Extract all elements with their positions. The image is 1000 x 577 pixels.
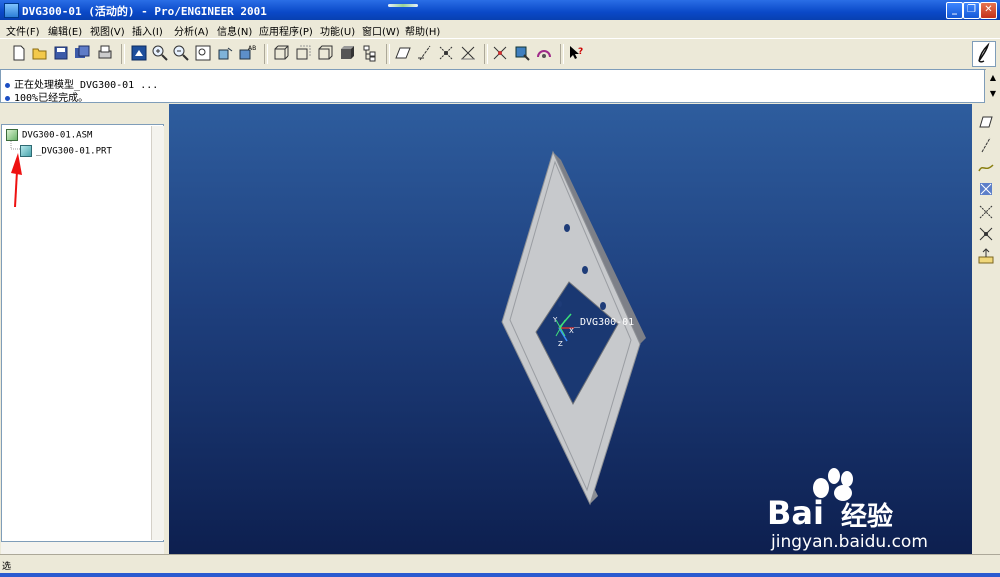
- status-bar: 选: [0, 554, 1000, 577]
- model-label: _DVG300-01: [574, 317, 634, 328]
- context-help-icon[interactable]: ?: [567, 44, 585, 62]
- coordinate-system-tool-icon[interactable]: [978, 248, 994, 264]
- sketcher-icon[interactable]: [972, 41, 996, 67]
- repaint-icon[interactable]: [130, 44, 148, 62]
- app-icon: [4, 3, 19, 18]
- tree-item-assembly[interactable]: DVG300-01.ASM: [6, 129, 92, 141]
- menu-view[interactable]: 视图(V): [90, 23, 125, 38]
- open-file-icon[interactable]: [31, 44, 49, 62]
- toolbar-separator: [484, 44, 488, 64]
- assembly-icon: [6, 129, 18, 141]
- main-toolbar: AB ?: [0, 38, 1000, 70]
- appearance-icon[interactable]: [535, 44, 553, 62]
- zoom-out-icon[interactable]: [172, 44, 190, 62]
- model-tree: DVG300-01.ASM _DVG300-01.PRT: [1, 124, 164, 542]
- select-icon[interactable]: [513, 44, 531, 62]
- refit-icon[interactable]: [194, 44, 212, 62]
- model-tree-icon[interactable]: [361, 44, 379, 62]
- menu-info[interactable]: 信息(N): [217, 23, 252, 38]
- zoom-in-icon[interactable]: [151, 44, 169, 62]
- minimize-button[interactable]: _: [946, 2, 963, 19]
- graphics-window[interactable]: Y X Z _DVG300-01 Bai 经验 jingyan.baidu.co…: [169, 104, 972, 554]
- model-tree-panel: DVG300-01.ASM _DVG300-01.PRT: [0, 104, 169, 554]
- datum-point-tool-icon[interactable]: [978, 181, 994, 197]
- svg-text:?: ?: [578, 47, 583, 57]
- axis-label-x: X: [569, 327, 574, 335]
- watermark-url: jingyan.baidu.com: [771, 532, 928, 552]
- print-icon[interactable]: [96, 44, 114, 62]
- scroll-down-icon[interactable]: ▼: [988, 89, 998, 99]
- message-text: 100%已经完成。: [14, 93, 89, 104]
- menu-help[interactable]: 帮助(H): [405, 23, 440, 38]
- toolbar-separator: [264, 44, 268, 64]
- menu-bar: 文件(F) 编辑(E) 视图(V) 插入(I) 分析(A) 信息(N) 应用程序…: [0, 20, 1000, 38]
- tree-item-label: DVG300-01.ASM: [22, 130, 93, 141]
- message-line: 100%已经完成。: [5, 89, 88, 104]
- datum-axis-display-icon[interactable]: [416, 44, 434, 62]
- activity-indicator: [388, 4, 418, 7]
- axis-label-z: Z: [558, 340, 563, 348]
- plate-hole: [558, 301, 562, 307]
- red-arrow-annotation: [11, 153, 22, 208]
- saved-views-icon[interactable]: AB: [238, 44, 256, 62]
- sketched-point-icon[interactable]: [978, 204, 994, 220]
- no-hidden-icon[interactable]: [316, 44, 334, 62]
- message-bullet: [5, 82, 10, 88]
- plate-hole: [582, 266, 588, 274]
- hidden-line-icon[interactable]: [294, 44, 312, 62]
- datum-toolbar: [972, 104, 1000, 554]
- save-icon[interactable]: [52, 44, 70, 62]
- datum-axis-tool-icon[interactable]: [978, 137, 994, 153]
- shading-icon[interactable]: [338, 44, 356, 62]
- datum-plane-tool-icon[interactable]: [978, 114, 994, 130]
- wireframe-icon[interactable]: [272, 44, 290, 62]
- datum-plane-display-icon[interactable]: [394, 44, 412, 62]
- message-scrollbar[interactable]: ▲ ▼: [986, 69, 1000, 103]
- status-text: 选: [2, 562, 12, 572]
- close-button[interactable]: ✕: [980, 2, 997, 19]
- tree-item-part[interactable]: _DVG300-01.PRT: [20, 145, 112, 157]
- menu-utilities[interactable]: 功能(U): [320, 23, 355, 38]
- maximize-button[interactable]: ❐: [963, 2, 980, 19]
- watermark-brand-suffix: 经验: [841, 502, 894, 532]
- datum-curve-tool-icon[interactable]: [978, 159, 994, 175]
- tree-horizontal-scrollbar[interactable]: [1, 542, 164, 554]
- svg-text:AB: AB: [248, 45, 256, 52]
- axis-label-y: Y: [552, 316, 558, 324]
- plate-hole: [600, 302, 606, 310]
- datum-point-display-icon[interactable]: [437, 44, 455, 62]
- toolbar-separator: [386, 44, 390, 64]
- toolbar-separator: [121, 44, 125, 64]
- orient-icon[interactable]: [216, 44, 234, 62]
- plate-hole: [564, 224, 570, 232]
- window-title: DVG300-01 (活动的) - Pro/ENGINEER 2001: [22, 5, 267, 18]
- menu-file[interactable]: 文件(F): [6, 23, 40, 38]
- message-area: 正在处理模型_DVG300-01 ... 100%已经完成。: [0, 69, 985, 104]
- coordinate-system-display-icon[interactable]: [459, 44, 477, 62]
- menu-analysis[interactable]: 分析(A): [174, 23, 209, 38]
- menu-window[interactable]: 窗口(W): [362, 23, 400, 38]
- title-bar: DVG300-01 (活动的) - Pro/ENGINEER 2001 _ ❐ …: [0, 0, 1000, 20]
- tree-item-label: _DVG300-01.PRT: [36, 146, 112, 157]
- menu-applications[interactable]: 应用程序(P): [259, 23, 313, 38]
- new-file-icon[interactable]: [10, 44, 28, 62]
- watermark-brand: Bai: [767, 494, 824, 532]
- menu-edit[interactable]: 编辑(E): [48, 23, 82, 38]
- message-bullet: [5, 95, 10, 101]
- save-copy-icon[interactable]: [73, 44, 91, 62]
- taskbar-edge: [0, 573, 1000, 577]
- spin-center-icon[interactable]: [491, 44, 509, 62]
- menu-insert[interactable]: 插入(I): [132, 23, 163, 38]
- tree-vertical-scrollbar[interactable]: [151, 126, 164, 540]
- scroll-up-icon[interactable]: ▲: [988, 73, 998, 83]
- toolbar-separator: [560, 44, 564, 64]
- offset-point-icon[interactable]: [978, 226, 994, 242]
